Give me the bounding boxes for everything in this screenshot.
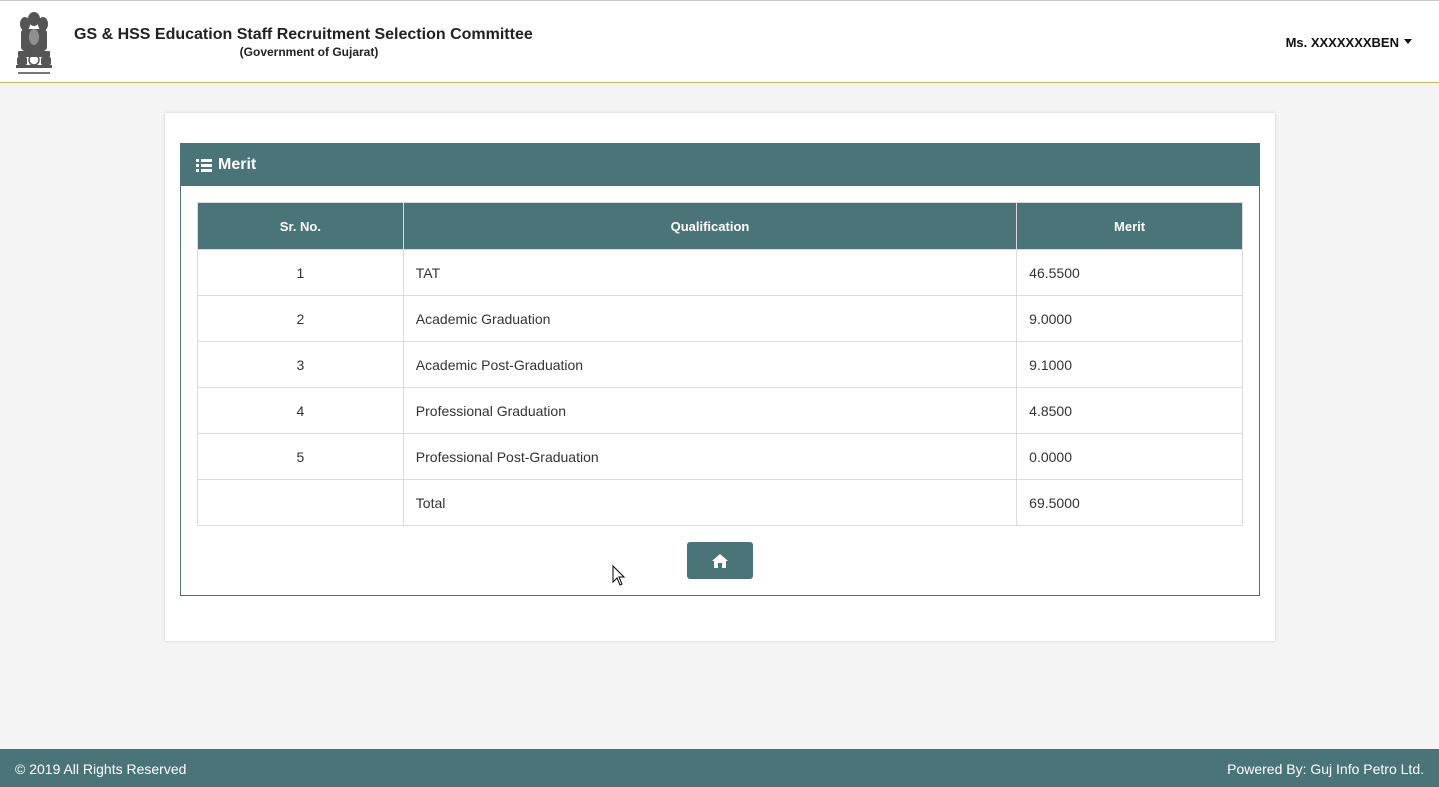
table-row: 1 TAT 46.5500 (197, 249, 1243, 296)
merit-table: Sr. No. Qualification Merit 1 TAT 46.550… (197, 202, 1243, 526)
table-row: 5 Professional Post-Graduation 0.0000 (197, 433, 1243, 480)
table-row: 2 Academic Graduation 9.0000 (197, 295, 1243, 342)
cell-qualification: Professional Post-Graduation (402, 433, 1018, 480)
column-header-merit: Merit (1016, 202, 1243, 250)
site-subtitle: (Government of Gujarat) (239, 45, 379, 59)
user-menu-dropdown[interactable]: Ms. XXXXXXXBEN (1286, 35, 1412, 50)
cell-merit: 0.0000 (1016, 433, 1243, 480)
panel-title: Merit (218, 156, 257, 173)
caret-down-icon (1404, 39, 1412, 45)
table-row: 3 Academic Post-Graduation 9.1000 (197, 341, 1243, 388)
content-card: Merit Sr. No. Qualification Merit 1 TAT … (165, 113, 1275, 641)
site-title: GS & HSS Education Staff Recruitment Sel… (74, 26, 533, 43)
cell-qualification: TAT (402, 249, 1018, 296)
cell-qualification: Professional Graduation (402, 387, 1018, 434)
home-button[interactable] (687, 542, 753, 579)
cell-merit: 46.5500 (1016, 249, 1243, 296)
mouse-pointer-icon (612, 565, 626, 586)
cell-merit: 9.0000 (1016, 295, 1243, 342)
list-icon (196, 158, 212, 172)
table-row-total: Total 69.5000 (197, 479, 1243, 526)
cell-sr-no: 2 (197, 295, 404, 342)
state-emblem-icon (16, 12, 52, 74)
table-header-row: Sr. No. Qualification Merit (197, 202, 1243, 250)
cell-sr-no: 3 (197, 341, 404, 388)
cell-qualification: Academic Graduation (402, 295, 1018, 342)
footer-powered-by: Powered By: Guj Info Petro Ltd. (1227, 761, 1424, 777)
user-name: Ms. XXXXXXXBEN (1285, 35, 1399, 50)
cell-merit: 9.1000 (1016, 341, 1243, 388)
cell-sr-no: 1 (197, 249, 404, 296)
table-row: 4 Professional Graduation 4.8500 (197, 387, 1243, 434)
cell-sr-no: 5 (197, 433, 404, 480)
cell-qualification: Academic Post-Graduation (402, 341, 1018, 388)
cell-sr-no: 4 (197, 387, 404, 434)
column-header-qualification: Qualification (402, 202, 1018, 250)
cell-merit: 69.5000 (1016, 479, 1243, 526)
cell-qualification: Total (402, 479, 1018, 526)
merit-panel: Merit Sr. No. Qualification Merit 1 TAT … (180, 143, 1260, 596)
home-icon (712, 553, 728, 568)
merit-panel-heading: Merit (181, 144, 1259, 186)
column-header-sr-no: Sr. No. (197, 202, 404, 250)
footer-copyright: © 2019 All Rights Reserved (15, 761, 187, 777)
cell-merit: 4.8500 (1016, 387, 1243, 434)
site-footer: © 2019 All Rights Reserved Powered By: G… (0, 749, 1439, 787)
site-header: GS & HSS Education Staff Recruitment Sel… (0, 0, 1439, 83)
cell-sr-no (197, 479, 404, 526)
